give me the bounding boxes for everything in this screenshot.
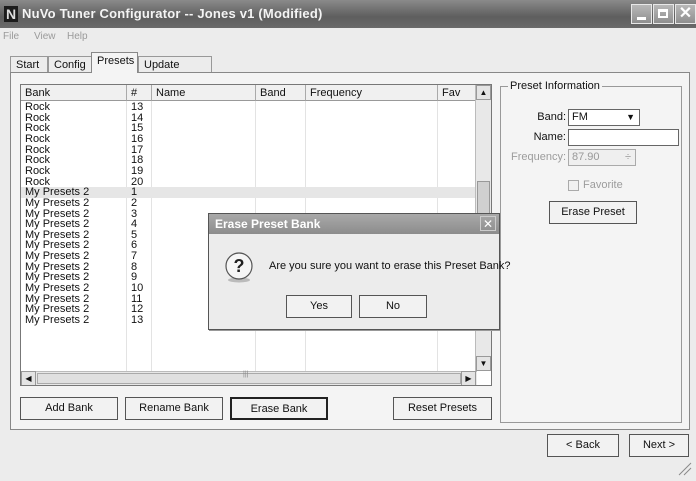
title-bar[interactable]: N NuVo Tuner Configurator -- Jones v1 (M… bbox=[0, 0, 696, 28]
preset-number-cell: 13 bbox=[131, 314, 144, 326]
column-header-number[interactable]: # bbox=[127, 85, 152, 101]
tab-update-system[interactable]: Update System bbox=[138, 56, 212, 87]
horizontal-scrollbar[interactable]: ◀ ▶ bbox=[21, 371, 477, 385]
scroll-right-icon[interactable]: ▶ bbox=[461, 371, 476, 385]
scroll-left-icon[interactable]: ◀ bbox=[21, 371, 36, 385]
next-button[interactable]: Next > bbox=[629, 434, 689, 457]
band-value: FM bbox=[572, 111, 588, 123]
frequency-label: Frequency: bbox=[510, 151, 566, 163]
column-header-band[interactable]: Band bbox=[256, 85, 306, 101]
maximize-button[interactable] bbox=[653, 4, 674, 24]
table-row[interactable]: Rock 14 bbox=[21, 112, 477, 124]
frequency-spinner[interactable]: 87.90 ÷ bbox=[568, 149, 636, 166]
close-icon: ✕ bbox=[678, 5, 693, 22]
table-row[interactable]: Rock 18 bbox=[21, 154, 477, 166]
name-field[interactable] bbox=[568, 129, 679, 146]
tab-config[interactable]: Config bbox=[48, 56, 92, 72]
column-header-name[interactable]: Name bbox=[152, 85, 256, 101]
app-logo-icon: N bbox=[4, 6, 18, 22]
favorite-label: Favorite bbox=[583, 179, 623, 191]
band-dropdown[interactable]: FM bbox=[568, 109, 640, 126]
column-header-frequency[interactable]: Frequency bbox=[306, 85, 438, 101]
column-header-bank[interactable]: Bank bbox=[21, 85, 127, 101]
question-glyph: ? bbox=[234, 256, 245, 276]
reset-presets-button[interactable]: Reset Presets bbox=[393, 397, 492, 420]
question-icon: ? bbox=[225, 252, 253, 283]
table-row[interactable]: Rock 16 bbox=[21, 133, 477, 145]
erase-preset-button[interactable]: Erase Preset bbox=[549, 201, 637, 224]
table-row[interactable]: Rock 15 bbox=[21, 122, 477, 134]
scroll-up-icon[interactable]: ▲ bbox=[476, 85, 491, 100]
table-row[interactable]: My Presets 22 bbox=[21, 197, 477, 209]
table-row[interactable]: Rock 13 bbox=[21, 101, 477, 113]
menu-help[interactable]: Help bbox=[67, 31, 88, 42]
table-row[interactable]: Rock 20 bbox=[21, 176, 477, 188]
preset-information-title: Preset Information bbox=[508, 80, 602, 92]
rename-bank-button[interactable]: Rename Bank bbox=[125, 397, 223, 420]
menu-view[interactable]: View bbox=[34, 31, 56, 42]
application-window: N NuVo Tuner Configurator -- Jones v1 (M… bbox=[0, 0, 696, 481]
band-label: Band: bbox=[537, 111, 566, 123]
spinner-arrows-icon[interactable]: ÷ bbox=[625, 150, 631, 165]
table-row[interactable]: Rock 19 bbox=[21, 165, 477, 177]
yes-button[interactable]: Yes bbox=[286, 295, 352, 318]
dialog-message: Are you sure you want to erase this Pres… bbox=[269, 260, 511, 272]
no-button[interactable]: No bbox=[359, 295, 427, 318]
dialog-title: Erase Preset Bank bbox=[215, 217, 321, 231]
dialog-title-bar[interactable]: Erase Preset Bank ✕ bbox=[209, 214, 499, 234]
menu-file[interactable]: File bbox=[3, 31, 19, 42]
back-button[interactable]: < Back bbox=[547, 434, 619, 457]
menu-bar: File View Help bbox=[0, 28, 696, 46]
horizontal-scroll-thumb[interactable] bbox=[37, 371, 461, 384]
tab-start[interactable]: Start bbox=[10, 56, 48, 72]
erase-bank-button[interactable]: Erase Bank bbox=[230, 397, 328, 420]
add-bank-button[interactable]: Add Bank bbox=[20, 397, 118, 420]
minimize-button[interactable] bbox=[631, 4, 652, 24]
name-label: Name: bbox=[533, 131, 566, 143]
dialog-close-icon[interactable]: ✕ bbox=[480, 216, 496, 231]
table-row[interactable]: My Presets 21 bbox=[21, 186, 477, 198]
tab-presets[interactable]: Presets bbox=[91, 52, 138, 73]
resize-grip-icon[interactable] bbox=[676, 460, 692, 476]
erase-preset-bank-dialog: Erase Preset Bank ✕ ? Are you sure you w… bbox=[208, 213, 511, 330]
window-title: NuVo Tuner Configurator -- Jones v1 (Mod… bbox=[22, 6, 323, 21]
bank-cell: My Presets 2 bbox=[25, 314, 90, 326]
frequency-value: 87.90 bbox=[572, 151, 600, 163]
close-window-button[interactable]: ✕ bbox=[675, 4, 696, 24]
scroll-down-icon[interactable]: ▼ bbox=[476, 356, 491, 371]
column-header-fav[interactable]: Fav bbox=[438, 85, 477, 101]
table-row[interactable]: Rock 17 bbox=[21, 144, 477, 156]
favorite-checkbox[interactable] bbox=[568, 180, 579, 191]
